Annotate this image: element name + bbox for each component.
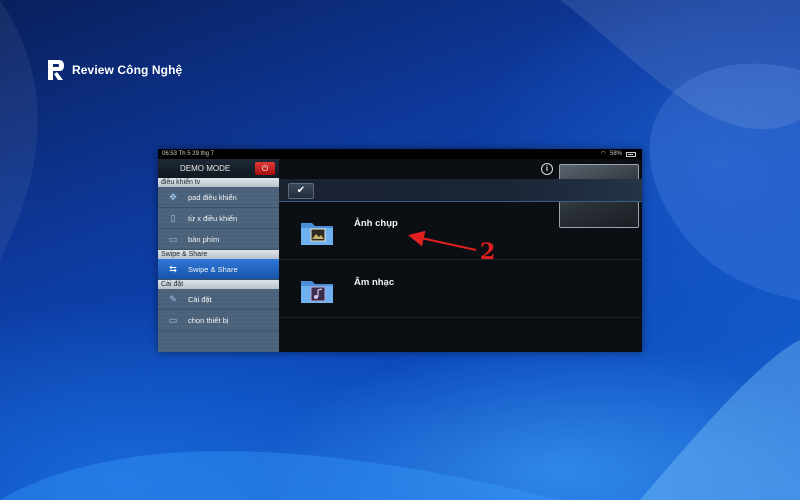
select-all-button[interactable]: ✔ bbox=[288, 183, 314, 199]
sidebar-item-settings[interactable]: ✎ Cài đặt bbox=[158, 289, 279, 310]
status-bar: 06:53 Th 5 29 thg 7 ◠ 58% bbox=[158, 149, 642, 159]
remote-icon: ▯ bbox=[170, 212, 176, 223]
main-panel: i ✔ Ảnh chụp Âm nhạc bbox=[279, 159, 642, 352]
brand-name: Review Công Nghệ bbox=[72, 63, 183, 77]
battery-icon bbox=[626, 151, 636, 157]
sidebar-item-label: từ x điều khiển bbox=[188, 213, 238, 223]
keyboard-icon: ▭ bbox=[168, 233, 178, 244]
status-right: ◠ 58% bbox=[601, 149, 636, 159]
list-item-music[interactable]: Âm nhạc bbox=[279, 260, 642, 318]
sidebar-item-label: pad điều khiển bbox=[188, 192, 237, 202]
wrench-icon: ✎ bbox=[169, 293, 177, 304]
swipe-share-icon: ⇆ bbox=[169, 263, 177, 274]
section-header-swipe-share: Swipe & Share bbox=[158, 250, 279, 259]
photo-folder-icon bbox=[301, 223, 333, 245]
sidebar-item-label: Swipe & Share bbox=[188, 264, 238, 274]
app-window: 06:53 Th 5 29 thg 7 ◠ 58% DEMO MODE ⏻ đi… bbox=[158, 149, 642, 352]
sidebar-item-label: Cài đặt bbox=[188, 294, 212, 304]
battery-level: 58% bbox=[609, 151, 622, 157]
section-header-tv-control: điều khiển tv bbox=[158, 178, 279, 187]
demo-mode-label: DEMO MODE bbox=[180, 164, 231, 173]
sidebar: DEMO MODE ⏻ điều khiển tv ✥ pad điều khi… bbox=[158, 159, 279, 352]
sidebar-item-keyboard[interactable]: ▭ bàn phím bbox=[158, 229, 279, 250]
top-bar: i bbox=[279, 159, 642, 228]
info-icon[interactable]: i bbox=[541, 163, 553, 175]
sidebar-item-remote[interactable]: ▯ từ x điều khiển bbox=[158, 208, 279, 229]
status-time: 06:53 Th 5 29 thg 7 bbox=[162, 151, 214, 157]
tv-icon: ▭ bbox=[168, 314, 178, 325]
power-button[interactable]: ⏻ bbox=[255, 162, 275, 175]
sidebar-item-pad[interactable]: ✥ pad điều khiển bbox=[158, 187, 279, 208]
wifi-icon: ◠ bbox=[600, 151, 606, 157]
sidebar-item-label: bàn phím bbox=[188, 234, 220, 244]
demo-bar: DEMO MODE ⏻ bbox=[158, 159, 279, 178]
section-header-settings: Cài đặt bbox=[158, 280, 279, 289]
list-item-photos[interactable]: Ảnh chụp bbox=[279, 202, 642, 260]
sidebar-item-label: chọn thiết bị bbox=[188, 315, 229, 325]
sidebar-item-select-device[interactable]: ▭ chọn thiết bị bbox=[158, 310, 279, 331]
brand-logo: Review Công Nghệ bbox=[46, 58, 182, 82]
sidebar-item-swipe-share[interactable]: ⇆ Swipe & Share bbox=[158, 259, 279, 280]
list-item-label: Ảnh chụp bbox=[354, 218, 398, 229]
dpad-icon: ✥ bbox=[169, 191, 177, 202]
selection-bar: ✔ bbox=[279, 179, 642, 202]
brand-logo-icon bbox=[48, 60, 64, 80]
music-folder-icon bbox=[301, 281, 333, 303]
annotation-number: 2 bbox=[480, 239, 496, 265]
list-item-label: Âm nhạc bbox=[354, 277, 395, 288]
